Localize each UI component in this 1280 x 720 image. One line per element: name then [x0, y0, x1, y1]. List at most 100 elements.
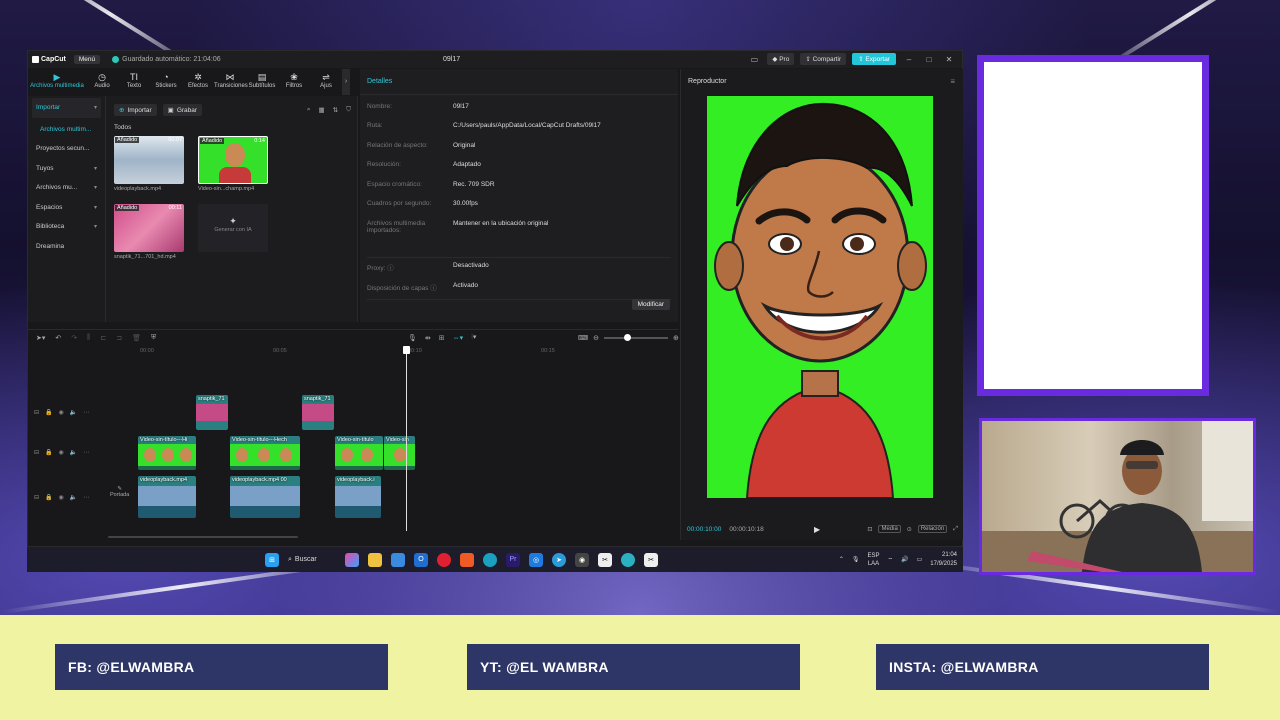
tab-effects[interactable]: ✲ Efectos [182, 69, 214, 95]
eye-icon[interactable]: ◉ [59, 409, 64, 416]
cover-button[interactable]: ✎ Portada [110, 486, 129, 498]
opera-icon[interactable] [437, 552, 451, 567]
lock-icon[interactable]: 🔒 [45, 494, 52, 501]
close-icon[interactable]: ✕ [942, 55, 956, 64]
tab-audio[interactable]: ◷ Audio [86, 69, 118, 95]
premiere-icon[interactable]: Pr [506, 552, 520, 567]
chevron-up-icon[interactable]: ⌃ [839, 556, 844, 563]
generate-ai-button[interactable]: ✦ Generar con IA [198, 204, 268, 252]
zoom-out-icon[interactable]: ⊖ [593, 334, 599, 342]
more-icon[interactable]: ⋯ [83, 449, 89, 456]
more-icon[interactable]: ⋯ [83, 494, 89, 501]
brave-icon[interactable] [460, 552, 474, 567]
sidebar-item-media-2[interactable]: Archivos mu... ▾ [28, 178, 105, 198]
sidebar-item-library[interactable]: Biblioteca ▾ [28, 217, 105, 237]
tab-sticker[interactable]: ◔ Stickers [150, 69, 182, 95]
focus-icon[interactable]: ⊙ [907, 526, 912, 533]
outlook-icon[interactable]: O [414, 552, 428, 567]
timeline-clip[interactable]: Video-sin-título [335, 436, 383, 470]
track-icon[interactable]: ⊟ [34, 449, 39, 456]
share-button[interactable]: ⇪ Compartir [800, 53, 847, 65]
crop-icon[interactable]: ⊡ [867, 526, 872, 533]
timeline-clip[interactable]: videoplayback.mp4 00 [230, 476, 300, 518]
import-tab[interactable]: ⊕ Importar [114, 104, 157, 116]
preview-axis-icon[interactable]: ⇔▾ [453, 334, 464, 342]
tab-text[interactable]: TI Texto [118, 69, 150, 95]
telegram-icon[interactable]: ➤ [552, 552, 566, 567]
caption-icon[interactable]: ⌨ [578, 334, 588, 342]
taskbar-search[interactable]: ⌕ Buscar [288, 556, 336, 564]
sidebar-item-yours[interactable]: Tuyos ▾ [28, 159, 105, 179]
file-explorer-icon[interactable] [368, 552, 382, 567]
edge-icon[interactable] [483, 552, 497, 567]
video-preview[interactable] [707, 96, 933, 498]
modify-button[interactable]: Modificar [631, 299, 670, 310]
media-item[interactable]: Añadido 0:14 Video-sin...champ.mp4 [198, 136, 268, 192]
media-toggle[interactable]: Media [878, 525, 901, 533]
zoom-slider[interactable] [603, 333, 668, 341]
media-item[interactable]: Añadido 00:07 videoplayback.mp4 [114, 136, 184, 192]
timeline-clip[interactable]: Video-sin-título---Hech [230, 436, 300, 470]
fullscreen-icon[interactable]: ⤢ [953, 526, 958, 533]
tab-subtitles[interactable]: ▤ Subtítulos [246, 69, 278, 95]
sort-icon[interactable]: ⇅ [333, 106, 338, 114]
media-item[interactable]: Añadido 00:11 snaptik_71...701_hd.mp4 [114, 204, 184, 260]
tab-media[interactable]: ▶ Archivos multimedia [28, 69, 86, 95]
speaker-icon[interactable]: 🔈 [70, 494, 77, 501]
eye-icon[interactable]: ◉ [59, 494, 64, 501]
track-icon[interactable]: ⊟ [34, 409, 39, 416]
link-icon[interactable]: ⇹ [425, 334, 431, 342]
microphone-icon[interactable]: 🎙 [408, 334, 417, 342]
delete-icon[interactable]: 🗑 [132, 334, 141, 342]
lock-icon[interactable]: 🔒 [45, 449, 52, 456]
copilot-icon[interactable] [345, 552, 359, 567]
play-icon[interactable]: ▶ [814, 525, 820, 534]
zoom-in-icon[interactable]: ⊕ [673, 334, 679, 342]
menu-button[interactable]: Menú [73, 55, 101, 64]
timeline-clip[interactable]: videoplayback.mp4 [138, 476, 196, 518]
split-icon[interactable]: ⫼ [87, 334, 90, 342]
record-tab[interactable]: ▣ Grabar [162, 104, 203, 116]
ratio-button[interactable]: Relación [917, 525, 948, 533]
speaker-icon[interactable]: 🔈 [70, 449, 77, 456]
menu-icon[interactable]: ≡ [950, 77, 955, 86]
battery-icon[interactable]: ▭ [917, 556, 923, 563]
tab-transitions[interactable]: ⋈ Transiciones [214, 69, 248, 95]
store-icon[interactable] [391, 552, 405, 567]
microphone-icon[interactable]: 🎙 [852, 556, 860, 563]
app-icon[interactable]: ◎ [529, 552, 543, 567]
split-left-icon[interactable]: ⊏ [100, 334, 106, 342]
language-indicator[interactable]: ESP LAA [867, 552, 879, 568]
track-icon[interactable]: ⊟ [34, 494, 39, 501]
timeline-scrollbar[interactable] [108, 536, 298, 538]
timeline-clip[interactable]: Video-sin [384, 436, 415, 470]
zoom-knob[interactable] [623, 333, 631, 341]
minimize-icon[interactable]: – [902, 55, 916, 64]
timeline-clip[interactable]: videoplayback.i [335, 476, 381, 518]
volume-icon[interactable]: 🔊 [901, 556, 908, 563]
tab-filters[interactable]: ❀ Filtros [278, 69, 310, 95]
timeline-clip[interactable]: snaptik_71 [302, 395, 334, 430]
grid-view-icon[interactable]: ▦ [319, 106, 325, 114]
filter-icon[interactable]: ⛉ [346, 106, 351, 114]
maximize-icon[interactable]: □ [922, 55, 936, 64]
more-icon[interactable]: ⋯ [83, 409, 89, 416]
timeline-clip[interactable]: snaptik_71 [196, 395, 228, 430]
shield-icon[interactable]: ⛨ [151, 334, 156, 342]
pro-button[interactable]: ◆ Pro [767, 53, 795, 65]
sidebar-item-dreamina[interactable]: Dreamina [28, 237, 105, 257]
playhead[interactable] [403, 346, 410, 531]
timeline-clip[interactable]: Video-sin-título---Hi [138, 436, 196, 470]
sidebar-item-spaces[interactable]: Espacios ▾ [28, 198, 105, 218]
chrome-icon[interactable]: ◉ [575, 552, 589, 567]
align-icon[interactable]: ⫶▾ [471, 333, 476, 342]
lock-icon[interactable]: 🔒 [45, 409, 52, 416]
search-icon[interactable]: ⌕ [307, 106, 311, 114]
tab-adjust[interactable]: ⇌ Ajus [310, 69, 342, 95]
sidebar-item-secondary-projects[interactable]: Proyectos secun... [28, 139, 105, 159]
capcut-active-icon[interactable]: ✂ [644, 552, 658, 567]
speaker-icon[interactable]: 🔈 [70, 409, 77, 416]
sidebar-item-media[interactable]: Archivos multim... [28, 120, 105, 140]
split-right-icon[interactable]: ⊐ [116, 334, 122, 342]
capcut-taskbar-icon[interactable]: ✂ [598, 552, 612, 567]
